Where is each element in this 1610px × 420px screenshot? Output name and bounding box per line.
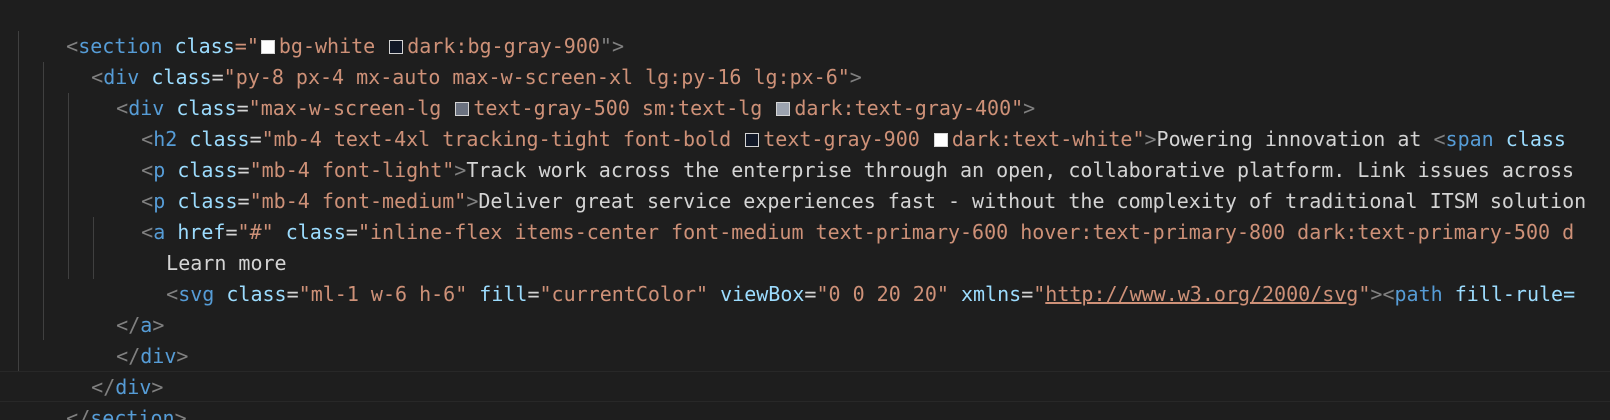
attribute-value: "ml-1 w-6 h-6" — [298, 282, 468, 306]
code-line-9[interactable]: <svg class="ml-1 w-6 h-6" fill="currentC… — [118, 248, 1575, 306]
punctuation: > — [174, 406, 187, 420]
code-line-1[interactable]: <section class=" bg-white dark:bg-gray-90… — [18, 0, 624, 58]
code-line-4[interactable]: <h2 class="mb-4 text-4xl tracking-tight … — [93, 93, 1566, 151]
attribute-name: xmlns — [960, 282, 1022, 306]
code-line-3[interactable]: <div class="max-w-screen-lg text-gray-50… — [68, 62, 1035, 120]
punctuation: > — [176, 344, 189, 368]
code-line-6[interactable]: <p class="mb-4 font-medium">Deliver grea… — [93, 155, 1586, 213]
punctuation: = — [345, 220, 358, 244]
tag-name: svg — [178, 282, 215, 306]
punctuation: >< — [1370, 282, 1395, 306]
attribute-name: class — [285, 220, 346, 244]
punctuation: < — [166, 282, 179, 306]
code-line-2[interactable]: <div class="py-8 px-4 mx-auto max-w-scre… — [43, 31, 862, 89]
code-line-8[interactable]: Learn more — [118, 217, 286, 275]
code-line-11[interactable]: </div> — [68, 310, 188, 368]
code-editor[interactable]: <section class=" bg-white dark:bg-gray-90… — [0, 0, 1610, 420]
punctuation: " — [1033, 282, 1046, 306]
attribute-name: viewBox — [720, 282, 805, 306]
code-line-12[interactable]: </div> — [43, 341, 163, 399]
code-line-10[interactable]: </a> — [68, 279, 164, 337]
attribute-value: "inline-flex items-center font-medium te… — [357, 220, 1575, 244]
attribute-name: class — [226, 282, 287, 306]
attribute-value: "0 0 20 20" — [816, 282, 949, 306]
code-line-7[interactable]: <a href="#" class="inline-flex items-cen… — [93, 186, 1574, 244]
punctuation: " — [1358, 282, 1371, 306]
tag-name: section — [90, 406, 175, 420]
tag-name: path — [1394, 282, 1443, 306]
attribute-name: fill — [479, 282, 528, 306]
code-line-13-current[interactable]: </section> — [0, 371, 1610, 420]
attribute-value: "currentColor" — [539, 282, 709, 306]
attribute-name: fill-rule= — [1454, 282, 1576, 306]
code-line-5[interactable]: <p class="mb-4 font-light">Track work ac… — [93, 124, 1574, 182]
url-link[interactable]: http://www.w3.org/2000/svg — [1045, 282, 1358, 306]
punctuation: </ — [66, 406, 91, 420]
